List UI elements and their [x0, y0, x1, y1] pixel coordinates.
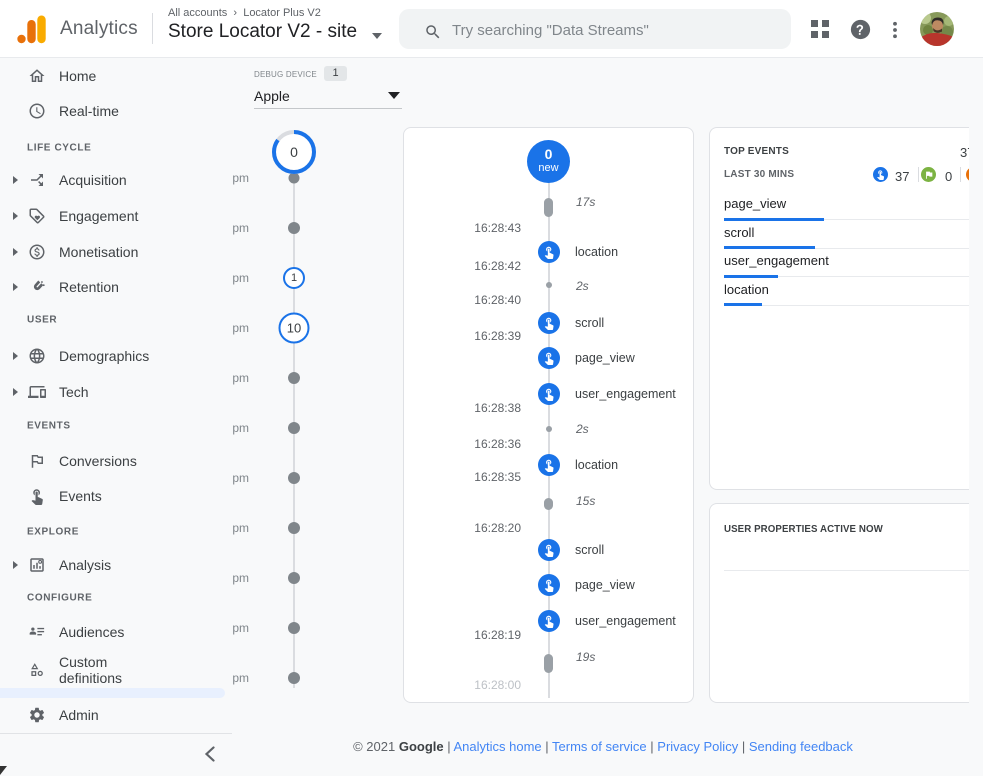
svg-text:0: 0 [290, 144, 298, 160]
